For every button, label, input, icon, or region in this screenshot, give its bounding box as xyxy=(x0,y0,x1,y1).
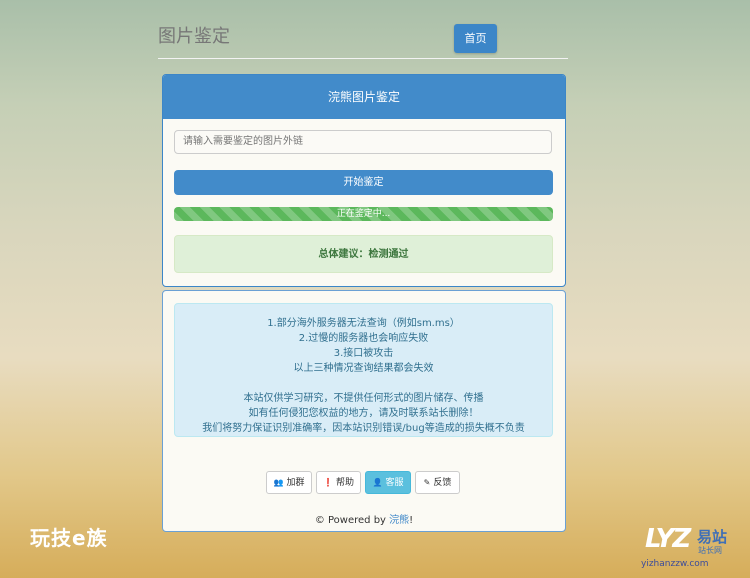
progress-bar: 正在鉴定中... xyxy=(174,207,553,221)
pencil-icon: ✎ xyxy=(423,478,431,487)
join-group-button[interactable]: 👥 加群 xyxy=(266,471,312,494)
users-icon: 👥 xyxy=(273,478,284,487)
site-title: 图片鉴定 xyxy=(158,26,230,47)
logo-site-sub: 站长网 xyxy=(698,546,722,555)
disclaimer-line: 如有任何侵犯您权益的地方，请及时联系站长删除！ xyxy=(248,408,479,419)
image-url-input[interactable] xyxy=(174,130,552,154)
info-panel: 1.部分海外服务器无法查询（例如sm.ms） 2.过慢的服务器也会响应失败 3.… xyxy=(162,290,566,532)
panel-title: 浣熊图片鉴定 xyxy=(163,75,565,119)
progress-track: 正在鉴定中... xyxy=(174,207,553,221)
watermark-url: yizhanzzw.com xyxy=(641,559,709,569)
disclaimer-line: 本站仅供学习研究，不提供任何形式的图片储存、传播 xyxy=(243,393,484,404)
start-identify-button[interactable]: 开始鉴定 xyxy=(174,170,553,195)
header: 图片鉴定 首页 xyxy=(158,18,568,59)
info-icon: ❗ xyxy=(323,478,333,487)
help-button[interactable]: ❗ 帮助 xyxy=(316,471,361,494)
notice-line: 以上三种情况查询结果都会失效 xyxy=(293,363,434,374)
customer-service-button[interactable]: 👤 客服 xyxy=(365,471,411,494)
author-link[interactable]: 浣熊 xyxy=(389,515,409,526)
notice-line: 2.过慢的服务器也会响应失败 xyxy=(298,333,429,344)
user-icon: 👤 xyxy=(372,478,383,487)
watermark-logo: LYZ 易站 站长网 yizhanzzw.com xyxy=(641,524,745,572)
footer: © Powered by 浣熊! xyxy=(314,515,414,526)
notice-alert: 1.部分海外服务器无法查询（例如sm.ms） 2.过慢的服务器也会响应失败 3.… xyxy=(174,303,553,437)
identify-panel: 浣熊图片鉴定 开始鉴定 正在鉴定中... 总体建议：检测通过 xyxy=(162,74,566,287)
notice-line: 1.部分海外服务器无法查询（例如sm.ms） xyxy=(267,318,460,329)
feedback-button[interactable]: ✎ 反馈 xyxy=(415,471,460,494)
home-button[interactable]: 首页 xyxy=(454,24,497,53)
lyz-logo: LYZ xyxy=(645,524,691,554)
disclaimer-line: 我们将努力保证识别准确率，因本站识别错误/bug等造成的损失概不负责 xyxy=(202,423,525,434)
watermark-left: 玩技e族 xyxy=(30,526,108,550)
logo-site-cn: 易站 xyxy=(697,528,728,546)
notice-line: 3.接口被攻击 xyxy=(333,348,394,359)
result-alert: 总体建议：检测通过 xyxy=(174,235,553,273)
